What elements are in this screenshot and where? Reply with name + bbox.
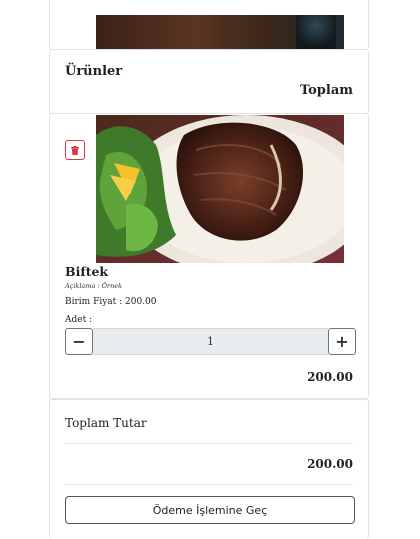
plus-icon: + <box>335 332 349 351</box>
item-line-total: 200.00 <box>307 370 353 384</box>
summary-amount: 200.00 <box>307 457 353 471</box>
minus-icon: − <box>72 332 86 351</box>
item-description: Açıklama : Örnek <box>65 282 123 290</box>
summary-title: Toplam Tutar <box>65 416 147 430</box>
product-image <box>96 115 344 263</box>
products-title: Ürünler <box>65 64 123 79</box>
order-summary: Toplam Tutar 200.00 Ödeme İşlemine Geç <box>49 399 369 539</box>
trash-icon <box>71 145 79 155</box>
summary-divider <box>65 443 353 444</box>
cart-item: Biftek Açıklama : Örnek Birim Fiyat : 20… <box>49 113 369 399</box>
increase-quantity-button[interactable]: + <box>328 328 356 355</box>
delete-item-button[interactable] <box>65 140 85 160</box>
cart-header: Ürünler Toplam <box>49 50 369 114</box>
total-column-header: Toplam <box>299 83 353 98</box>
previous-item-card <box>49 0 369 50</box>
quantity-stepper: − 1 + <box>65 328 356 355</box>
quantity-input[interactable]: 1 <box>93 328 328 355</box>
decrease-quantity-button[interactable]: − <box>65 328 93 355</box>
checkout-button[interactable]: Ödeme İşlemine Geç <box>65 496 355 524</box>
item-name: Biftek <box>65 264 109 279</box>
item-unit-price: Birim Fiyat : 200.00 <box>65 297 157 307</box>
quantity-label: Adet : <box>65 315 93 325</box>
summary-divider <box>65 484 353 485</box>
previous-item-image <box>96 15 344 49</box>
